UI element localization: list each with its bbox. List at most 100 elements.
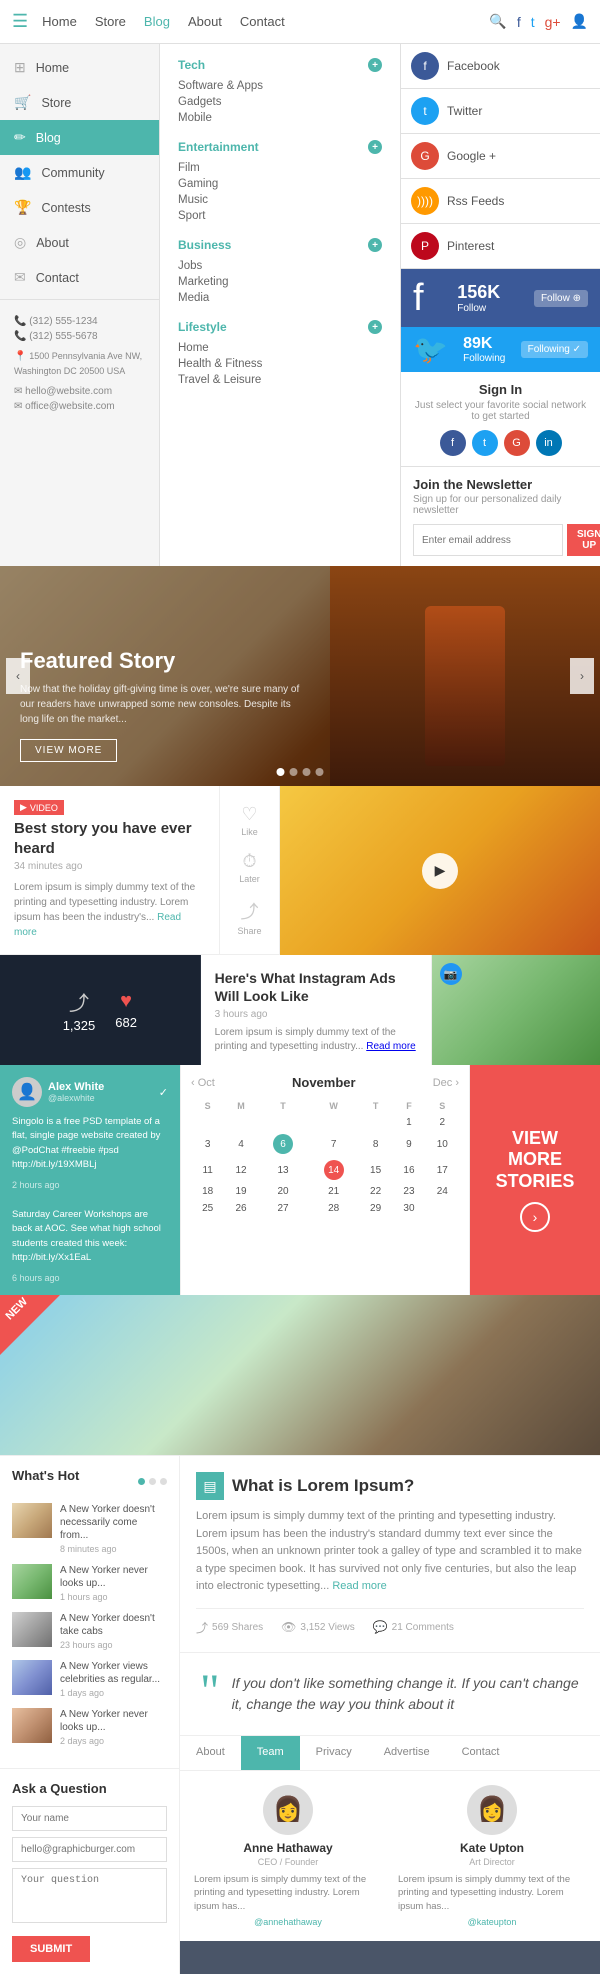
hot-info-1: A New Yorker doesn't necessarily come fr… bbox=[60, 1503, 167, 1554]
nav-about[interactable]: About bbox=[188, 14, 222, 29]
name-input[interactable] bbox=[12, 1806, 167, 1831]
signin-twitter[interactable]: t bbox=[472, 430, 498, 456]
facebook-count: 156K bbox=[457, 282, 500, 303]
question-input[interactable] bbox=[12, 1868, 167, 1923]
nav-contact[interactable]: Contact bbox=[240, 14, 285, 29]
tab-team[interactable]: Team bbox=[241, 1736, 300, 1770]
dark-stats-card: ⤴ 1,325 ♥ 682 bbox=[0, 955, 201, 1065]
share-action[interactable]: ⤴ Share bbox=[237, 898, 261, 936]
play-button[interactable]: ▶ bbox=[422, 853, 458, 889]
user-nav-icon[interactable]: 👤 bbox=[571, 13, 588, 30]
nav-store[interactable]: Store bbox=[95, 14, 126, 29]
view-more-arrow[interactable]: › bbox=[520, 1202, 550, 1232]
footer-tabs: About Team Privacy Advertise Contact 👩 A… bbox=[180, 1735, 600, 1941]
dot-3[interactable] bbox=[303, 768, 311, 776]
tab-advertise[interactable]: Advertise bbox=[368, 1736, 446, 1770]
signin-google[interactable]: G bbox=[504, 430, 530, 456]
twitter-nav-icon[interactable]: t bbox=[531, 14, 535, 30]
home-link[interactable]: Home bbox=[178, 340, 382, 356]
rss-row[interactable]: )))) Rss Feeds bbox=[401, 179, 600, 224]
gplus-nav-icon[interactable]: g+ bbox=[545, 14, 561, 30]
sport-link[interactable]: Sport bbox=[178, 208, 382, 224]
facebook-nav-icon[interactable]: f bbox=[517, 14, 521, 30]
carousel-dots bbox=[277, 768, 324, 776]
calendar-header: ‹ Oct November Dec › bbox=[191, 1075, 459, 1090]
tweet-handle: @alexwhite bbox=[48, 1093, 104, 1103]
carousel-right-arrow[interactable]: › bbox=[570, 658, 594, 694]
hot-item-3: A New Yorker doesn't take cabs 23 hours … bbox=[12, 1612, 167, 1650]
google-row[interactable]: G Google + bbox=[401, 134, 600, 179]
hot-item-5: A New Yorker never looks up... 2 days ag… bbox=[12, 1708, 167, 1746]
signin-linkedin[interactable]: in bbox=[536, 430, 562, 456]
newsletter-button[interactable]: SIGN UP bbox=[567, 524, 600, 556]
pinterest-row[interactable]: P Pinterest bbox=[401, 224, 600, 269]
community-icon: 👥 bbox=[14, 164, 31, 181]
heart-icon: ♡ bbox=[241, 804, 257, 825]
ent-plus[interactable]: + bbox=[368, 140, 382, 154]
signin-facebook[interactable]: f bbox=[440, 430, 466, 456]
twitter-row[interactable]: t Twitter bbox=[401, 89, 600, 134]
shares-count: 1,325 bbox=[63, 1018, 96, 1033]
facebook-row[interactable]: f Facebook bbox=[401, 44, 600, 89]
tab-contact[interactable]: Contact bbox=[446, 1736, 516, 1770]
marketing-link[interactable]: Marketing bbox=[178, 274, 382, 290]
member-1-handle[interactable]: @annehathaway bbox=[194, 1917, 382, 1927]
submit-button[interactable]: SUBMIT bbox=[12, 1936, 90, 1962]
article-read-more[interactable]: Read more bbox=[332, 1580, 386, 1592]
gaming-link[interactable]: Gaming bbox=[178, 176, 382, 192]
clock-icon: ⏱ bbox=[242, 851, 256, 872]
verified-icon: ✓ bbox=[159, 1086, 168, 1099]
gadgets-link[interactable]: Gadgets bbox=[178, 94, 382, 110]
music-link[interactable]: Music bbox=[178, 192, 382, 208]
sidebar-item-contact[interactable]: ✉ Contact bbox=[0, 260, 159, 295]
carousel-left-arrow[interactable]: ‹ bbox=[6, 658, 30, 694]
sidebar-item-home[interactable]: ⊞ Home bbox=[0, 50, 159, 85]
tab-about[interactable]: About bbox=[180, 1736, 241, 1770]
lifestyle-title: Lifestyle bbox=[178, 320, 227, 334]
software-apps-link[interactable]: Software & Apps bbox=[178, 78, 382, 94]
member-2-handle[interactable]: @kateupton bbox=[398, 1917, 586, 1927]
search-icon[interactable]: 🔍 bbox=[489, 13, 506, 30]
facebook-label: Facebook bbox=[447, 59, 590, 73]
mobile-link[interactable]: Mobile bbox=[178, 110, 382, 126]
camera-read-more[interactable]: Read more bbox=[366, 1041, 415, 1052]
sidebar-item-contests[interactable]: 🏆 Contests bbox=[0, 190, 159, 225]
email-input[interactable] bbox=[12, 1837, 167, 1862]
like-action[interactable]: ♡ Like bbox=[241, 804, 258, 837]
calendar-prev[interactable]: ‹ Oct bbox=[191, 1077, 215, 1089]
entertainment-section: Entertainment + Film Gaming Music Sport bbox=[178, 140, 382, 224]
media-link[interactable]: Media bbox=[178, 290, 382, 306]
quote-mark: " bbox=[200, 1673, 220, 1711]
calendar-next[interactable]: Dec › bbox=[433, 1077, 459, 1089]
hamburger-icon[interactable]: ☰ bbox=[12, 11, 28, 32]
jobs-link[interactable]: Jobs bbox=[178, 258, 382, 274]
dot-4[interactable] bbox=[316, 768, 324, 776]
navbar: ☰ Home Store Blog About Contact 🔍 f t g+… bbox=[0, 0, 600, 44]
article-stats: ⤴ 569 Shares 👁 3,152 Views 💬 21 Comments bbox=[196, 1608, 584, 1636]
view-more-stories[interactable]: VIEW MORE STORIES › bbox=[470, 1065, 600, 1295]
tab-privacy[interactable]: Privacy bbox=[300, 1736, 368, 1770]
life-plus[interactable]: + bbox=[368, 320, 382, 334]
biz-plus[interactable]: + bbox=[368, 238, 382, 252]
about-icon: ◎ bbox=[14, 234, 26, 251]
newsletter-input[interactable] bbox=[413, 524, 563, 556]
sidebar-item-about[interactable]: ◎ About bbox=[0, 225, 159, 260]
nav-home[interactable]: Home bbox=[42, 14, 77, 29]
tech-plus[interactable]: + bbox=[368, 58, 382, 72]
dot-2[interactable] bbox=[290, 768, 298, 776]
sidebar-item-community[interactable]: 👥 Community bbox=[0, 155, 159, 190]
read-more-link[interactable]: Read more bbox=[14, 912, 181, 938]
nav-links: Home Store Blog About Contact bbox=[42, 14, 489, 29]
nav-blog[interactable]: Blog bbox=[144, 14, 170, 29]
health-link[interactable]: Health & Fitness bbox=[178, 356, 382, 372]
sidebar-item-store[interactable]: 🛒 Store bbox=[0, 85, 159, 120]
signin-subtitle: Just select your favorite social network… bbox=[413, 400, 588, 422]
later-action[interactable]: ⏱ Later bbox=[239, 851, 260, 884]
facebook-follow-button[interactable]: Follow ⊕ bbox=[534, 290, 588, 307]
facebook-follow-label: Follow bbox=[457, 303, 500, 314]
travel-link[interactable]: Travel & Leisure bbox=[178, 372, 382, 388]
sidebar-item-blog[interactable]: ✏ Blog bbox=[0, 120, 159, 155]
film-link[interactable]: Film bbox=[178, 160, 382, 176]
dot-1[interactable] bbox=[277, 768, 285, 776]
view-more-button[interactable]: VIEW MORE bbox=[20, 739, 117, 762]
